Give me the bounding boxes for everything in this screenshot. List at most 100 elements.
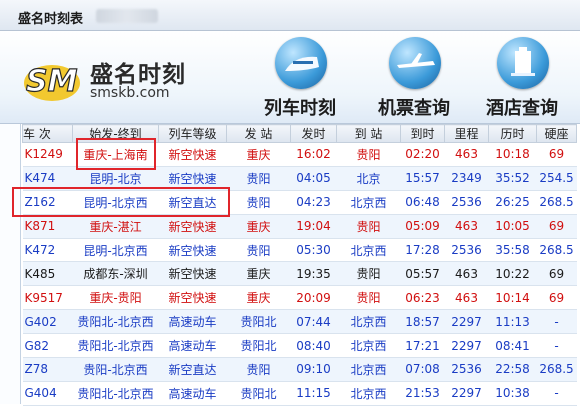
header-route[interactable]: 始发-终到	[72, 124, 159, 143]
header-depart-station[interactable]: 发 站	[226, 124, 291, 143]
nav-train-schedule[interactable]: 列车时刻	[250, 37, 350, 119]
cell-depart-station: 重庆	[226, 261, 291, 287]
window-title: 盛名时刻表	[18, 12, 84, 27]
table-row[interactable]: K474 昆明-北京 新空快速 贵阳 04:05 北京 15:57 2349 35:52 254.…	[22, 166, 577, 191]
cell-train-no: Z78	[22, 357, 73, 382]
header-banner: SM 盛名时刻 smskb.com 列车时刻 机票查询 酒店查询	[0, 31, 580, 124]
cell-route: 昆明-北京西	[72, 190, 159, 215]
cell-hard-seat: 69	[536, 261, 577, 287]
cell-arrive-time: 05:57	[400, 261, 445, 287]
cell-depart-time: 20:09	[290, 285, 337, 311]
cell-arrive-station: 北京西	[336, 190, 401, 215]
cell-arrive-station: 北京西	[336, 357, 401, 382]
cell-depart-station: 贵阳	[226, 238, 291, 263]
cell-distance: 463	[444, 261, 489, 287]
nav-flight-search[interactable]: 机票查询	[364, 37, 464, 119]
cell-arrive-time: 15:57	[400, 166, 445, 191]
cell-duration: 26:25	[488, 190, 537, 215]
cell-depart-time: 05:30	[290, 238, 337, 263]
cell-train-no: K472	[22, 238, 73, 263]
cell-arrive-station: 北京	[336, 166, 401, 191]
cell-train-no: K485	[22, 261, 73, 287]
cell-depart-station: 贵阳	[226, 166, 291, 191]
hotel-icon	[497, 37, 549, 89]
cell-distance: 463	[444, 214, 489, 239]
nav-hotel-search[interactable]: 酒店查询	[472, 37, 572, 119]
cell-class: 新空快速	[158, 238, 227, 263]
cell-duration: 10:38	[488, 381, 537, 406]
cell-train-no: K871	[22, 214, 73, 239]
cell-train-no: K474	[22, 166, 73, 191]
header-arrive-time[interactable]: 到时	[400, 124, 445, 143]
cell-route: 贵阳-北京西	[72, 357, 159, 382]
cell-arrive-station: 贵阳	[336, 261, 401, 287]
sm-logo-icon: SM	[24, 63, 80, 101]
cell-arrive-time: 06:48	[400, 190, 445, 215]
table-row[interactable]: Z162 昆明-北京西 新空直达 贵阳 04:23 北京西 06:48 2536 26:25 26…	[22, 190, 577, 215]
cell-arrive-station: 北京西	[336, 309, 401, 335]
cell-depart-time: 08:40	[290, 333, 337, 359]
header-duration[interactable]: 历时	[488, 124, 537, 143]
header-arrive-station[interactable]: 到 站	[336, 124, 401, 143]
cell-hard-seat: 268.5	[536, 238, 577, 263]
table-row[interactable]: K9517 重庆-贵阳 新空快速 重庆 20:09 贵阳 06:23 463 10:14 69	[22, 285, 577, 311]
cell-duration: 22:58	[488, 357, 537, 382]
cell-arrive-station: 北京西	[336, 381, 401, 406]
cell-depart-time: 19:04	[290, 214, 337, 239]
cell-class: 新空直达	[158, 190, 227, 215]
cell-depart-time: 09:10	[290, 357, 337, 382]
schedule-table: 车 次 始发-终到 列车等级 发 站 发时 到 站 到时 里程 历时 硬座 K1…	[22, 124, 577, 406]
cell-arrive-station: 贵阳	[336, 214, 401, 239]
cell-route: 贵阳北-北京西	[72, 309, 159, 335]
blurred-title-suffix	[96, 9, 158, 23]
table-row[interactable]: Z78 贵阳-北京西 新空直达 贵阳 09:10 北京西 07:08 2536 22:58 268…	[22, 357, 577, 382]
table-row[interactable]: G82 贵阳北-北京西 高速动车 贵阳北 08:40 北京西 17:21 2297 08:41-	[22, 333, 577, 359]
cell-depart-station: 重庆	[226, 285, 291, 311]
table-row[interactable]: G402 贵阳北-北京西 高速动车 贵阳北 07:44 北京西 18:57 2297 11:13…	[22, 309, 577, 335]
table-row[interactable]: K1249 重庆-上海南 新空快速 重庆 16:02 贵阳 02:20 463 10:18 69	[22, 142, 577, 167]
cell-distance: 2297	[444, 309, 489, 335]
cell-arrive-time: 17:21	[400, 333, 445, 359]
cell-arrive-time: 07:08	[400, 357, 445, 382]
cell-hard-seat: 268.5	[536, 190, 577, 215]
cell-duration: 10:05	[488, 214, 537, 239]
table-row[interactable]: G404 贵阳北-北京西 高速动车 贵阳北 11:15 北京西 21:53 2297 10:38…	[22, 381, 577, 406]
cell-depart-station: 贵阳北	[226, 309, 291, 335]
cell-hard-seat: 69	[536, 142, 577, 167]
cell-route: 贵阳北-北京西	[72, 333, 159, 359]
cell-distance: 463	[444, 285, 489, 311]
cell-depart-station: 贵阳北	[226, 333, 291, 359]
cell-depart-station: 重庆	[226, 142, 291, 167]
cell-train-no: K9517	[22, 285, 73, 311]
table-row[interactable]: K472 昆明-北京西 新空快速 贵阳 05:30 北京西 17:28 2536 35:58 26…	[22, 238, 577, 263]
cell-duration: 10:14	[488, 285, 537, 311]
cell-route: 贵阳北-北京西	[72, 381, 159, 406]
nav-label: 酒店查询	[486, 98, 558, 119]
cell-train-no: Z162	[22, 190, 73, 215]
cell-distance: 463	[444, 142, 489, 167]
cell-train-no: G404	[22, 381, 73, 406]
cell-depart-time: 11:15	[290, 381, 337, 406]
header-train-no[interactable]: 车 次	[22, 124, 73, 143]
header-hard-seat[interactable]: 硬座	[536, 124, 577, 143]
header-class[interactable]: 列车等级	[158, 124, 227, 143]
cell-depart-time: 04:23	[290, 190, 337, 215]
cell-route: 昆明-北京西	[72, 238, 159, 263]
cell-class: 新空快速	[158, 166, 227, 191]
cell-route: 重庆-贵阳	[72, 285, 159, 311]
cell-arrive-station: 贵阳	[336, 142, 401, 167]
cell-class: 新空快速	[158, 214, 227, 239]
cell-route: 重庆-上海南	[72, 142, 159, 167]
cell-arrive-time: 02:20	[400, 142, 445, 167]
nav-label: 机票查询	[378, 98, 450, 119]
cell-class: 高速动车	[158, 333, 227, 359]
header-distance[interactable]: 里程	[444, 124, 489, 143]
cell-duration: 35:58	[488, 238, 537, 263]
brand-url: smskb.com	[90, 85, 170, 101]
header-depart-time[interactable]: 发时	[290, 124, 337, 143]
cell-depart-station: 贵阳	[226, 190, 291, 215]
cell-duration: 10:22	[488, 261, 537, 287]
table-row[interactable]: K485 成都东-深圳 新空快速 重庆 19:35 贵阳 05:57 463 10:22 69	[22, 261, 577, 287]
cell-route: 重庆-湛江	[72, 214, 159, 239]
table-row[interactable]: K871 重庆-湛江 新空快速 重庆 19:04 贵阳 05:09 463 10:05 69	[22, 214, 577, 239]
